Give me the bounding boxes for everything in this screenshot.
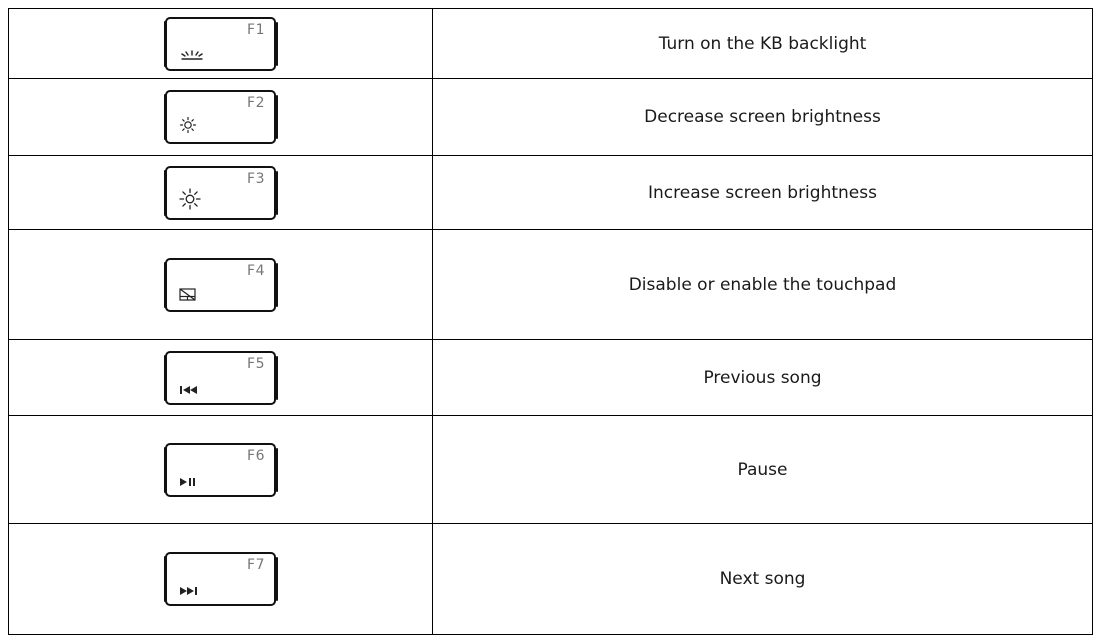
key-cell: F5 xyxy=(8,339,433,416)
description-cell: Decrease screen brightness xyxy=(432,78,1093,156)
keycap-f6: F6 xyxy=(164,442,278,497)
key-label: F3 xyxy=(247,170,265,187)
key-label: F2 xyxy=(247,95,265,111)
brightness-up-icon xyxy=(179,187,201,210)
description-cell: Previous song xyxy=(432,339,1093,416)
key-cell: F2 xyxy=(8,78,433,156)
key-cell: F1 xyxy=(8,8,433,79)
keycap-f7: F7 xyxy=(164,552,278,606)
brightness-down-icon xyxy=(179,116,197,134)
key-cell: F3 xyxy=(8,155,433,230)
key-cell: F4 xyxy=(8,229,433,340)
description-cell: Pause xyxy=(432,415,1093,524)
play-pause-icon xyxy=(179,477,199,487)
next-track-icon xyxy=(179,586,201,596)
table-row: F5 Previous song xyxy=(8,339,1093,416)
description-cell: Next song xyxy=(432,523,1093,635)
description-cell: Disable or enable the touchpad xyxy=(432,229,1093,340)
key-label: F5 xyxy=(247,355,265,372)
table-row: F3 Increase screen brightness xyxy=(8,155,1093,230)
description-cell: Increase screen brightness xyxy=(432,155,1093,230)
keyboard-backlight-icon xyxy=(179,45,205,61)
previous-track-icon xyxy=(179,385,201,395)
table-row: F2 Decrease screen brightness xyxy=(8,78,1093,156)
key-label: F7 xyxy=(247,557,265,573)
table-row: F4 Disable or enable the touchpad xyxy=(8,229,1093,340)
key-cell: F7 xyxy=(8,523,433,635)
table-row: F6 Pause xyxy=(8,415,1093,524)
keycap-f5: F5 xyxy=(164,350,278,405)
description-cell: Turn on the KB backlight xyxy=(432,8,1093,79)
touchpad-toggle-icon xyxy=(179,287,197,302)
keycap-f3: F3 xyxy=(164,165,278,220)
table-row: F1 Turn on the KB backlight xyxy=(8,8,1093,79)
keycap-f2: F2 xyxy=(164,90,278,144)
key-label: F6 xyxy=(247,447,265,464)
key-label: F1 xyxy=(247,21,265,38)
keycap-f4: F4 xyxy=(164,257,278,312)
table-row: F7 Next song xyxy=(8,523,1093,635)
key-cell: F6 xyxy=(8,415,433,524)
key-label: F4 xyxy=(247,262,265,279)
keycap-f1: F1 xyxy=(164,16,278,71)
function-key-table: F1 Turn on the KB backlight F2 Decrease … xyxy=(8,8,1093,635)
